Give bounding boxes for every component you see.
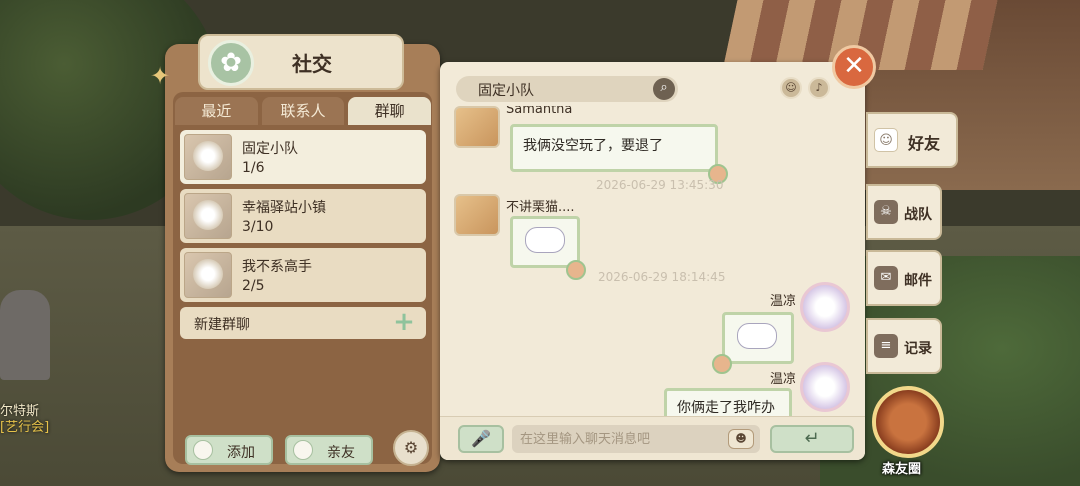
message-area[interactable]: Samantha 我俩没空玩了，要退了 2026-06-29 13:45:30 … <box>450 106 855 416</box>
clover-icon: ✿ <box>208 40 254 86</box>
bubble-decoration <box>566 260 586 280</box>
pin-icon: ✦ <box>150 62 171 90</box>
panel-title-plate: ✿ 社交 <box>198 34 404 90</box>
sticker-bubble <box>722 312 794 364</box>
send-icon[interactable]: ↵ <box>770 425 854 453</box>
group-name: 我不系高手 <box>242 259 312 275</box>
message-text: 我俩没空玩了，要退了 <box>523 138 663 154</box>
sidebar-item-records[interactable]: ≡ 记录 <box>866 318 942 374</box>
group-item[interactable]: 固定小队 1/6 <box>180 130 426 184</box>
emoji-icon[interactable]: ☻ <box>728 429 754 449</box>
message-sender: 温凉 <box>770 294 797 309</box>
add-friend-icon <box>193 440 213 460</box>
plus-icon: + <box>393 307 415 337</box>
group-avatar <box>184 193 232 239</box>
settings-icon[interactable]: ⚙ <box>393 430 429 466</box>
message-timestamp: 2026-06-29 18:14:45 <box>598 270 726 284</box>
sidebar-item-team[interactable]: ☠ 战队 <box>866 184 942 240</box>
message-bubble: 你俩走了我咋办 <box>664 388 792 416</box>
group-item[interactable]: 幸福驿站小镇 3/10 <box>180 189 426 243</box>
group-member-count: 2/5 <box>242 278 265 294</box>
forest-circle-book-icon[interactable] <box>872 386 944 458</box>
chat-title: 固定小队 <box>478 83 534 99</box>
team-icon: ☠ <box>874 200 898 224</box>
avatar <box>800 362 850 412</box>
group-list: 固定小队 1/6 幸福驿站小镇 3/10 我不系高手 2/5 新建群聊 + <box>180 130 426 339</box>
sticker-bubble <box>510 216 580 268</box>
bell-icon[interactable]: ♪ <box>808 77 830 99</box>
message-sender: 温凉 <box>770 372 797 387</box>
group-avatar <box>184 134 232 180</box>
group-avatar <box>184 252 232 298</box>
tab-group-chat[interactable]: 群聊 <box>348 97 432 125</box>
new-group-button[interactable]: 新建群聊 + <box>180 307 426 339</box>
friend-icon: ☺ <box>874 128 898 152</box>
tab-recent[interactable]: 最近 <box>175 97 258 125</box>
records-icon: ≡ <box>874 334 898 358</box>
group-name: 固定小队 <box>242 141 298 157</box>
chat-header: 固定小队 ⌕ <box>456 76 678 102</box>
forest-circle-label[interactable]: 森友圈 <box>882 458 921 477</box>
avatar <box>454 194 500 236</box>
group-member-count: 3/10 <box>242 219 274 235</box>
close-icon[interactable]: ✕ <box>832 45 876 89</box>
tab-contacts[interactable]: 联系人 <box>261 97 345 125</box>
social-tabs: 最近 联系人 群聊 <box>175 97 432 125</box>
message-sender: 不讲栗猫.... <box>506 200 575 215</box>
message-text: 你俩走了我咋办 <box>677 400 775 416</box>
search-icon[interactable]: ⌕ <box>653 78 675 100</box>
chat-input-row: 🎤 ☻ ↵ <box>440 416 865 460</box>
sidebar-item-label: 战队 <box>904 207 932 223</box>
sticker <box>525 227 565 253</box>
group-item[interactable]: 我不系高手 2/5 <box>180 248 426 302</box>
avatar <box>454 106 500 148</box>
new-group-label: 新建群聊 <box>194 317 250 333</box>
close-friends-button[interactable]: 亲友 <box>285 435 373 465</box>
npc-guild: [艺行会] <box>0 420 50 435</box>
group-name: 幸福驿站小镇 <box>242 200 326 216</box>
sidebar-item-label: 邮件 <box>904 273 932 289</box>
chat-input[interactable] <box>512 425 760 453</box>
add-button[interactable]: 添加 <box>185 435 273 465</box>
add-button-label: 添加 <box>227 445 255 461</box>
avatar <box>800 282 850 332</box>
panel-title: 社交 <box>292 52 332 76</box>
chat-panel: 固定小队 ⌕ ☺ ♪ Samantha 我俩没空玩了，要退了 2026-06-2… <box>440 62 865 460</box>
sticker <box>737 323 777 349</box>
mic-icon[interactable]: 🎤 <box>458 425 504 453</box>
message-sender: Samantha <box>506 106 573 117</box>
mail-icon: ✉ <box>874 266 898 290</box>
friends-icon <box>293 440 313 460</box>
bubble-decoration <box>712 354 732 374</box>
sidebar-item-friends[interactable]: ☺ 好友 <box>866 112 958 168</box>
member-icon[interactable]: ☺ <box>780 77 802 99</box>
close-friends-label: 亲友 <box>327 445 355 461</box>
sidebar-item-label: 好友 <box>908 134 941 153</box>
message-bubble: 我俩没空玩了，要退了 <box>510 124 718 172</box>
group-member-count: 1/6 <box>242 160 265 176</box>
sidebar-item-mail[interactable]: ✉ 邮件 <box>866 250 942 306</box>
message-timestamp: 2026-06-29 13:45:30 <box>596 178 724 192</box>
sidebar-item-label: 记录 <box>904 341 932 357</box>
npc-figure[interactable] <box>0 290 50 380</box>
